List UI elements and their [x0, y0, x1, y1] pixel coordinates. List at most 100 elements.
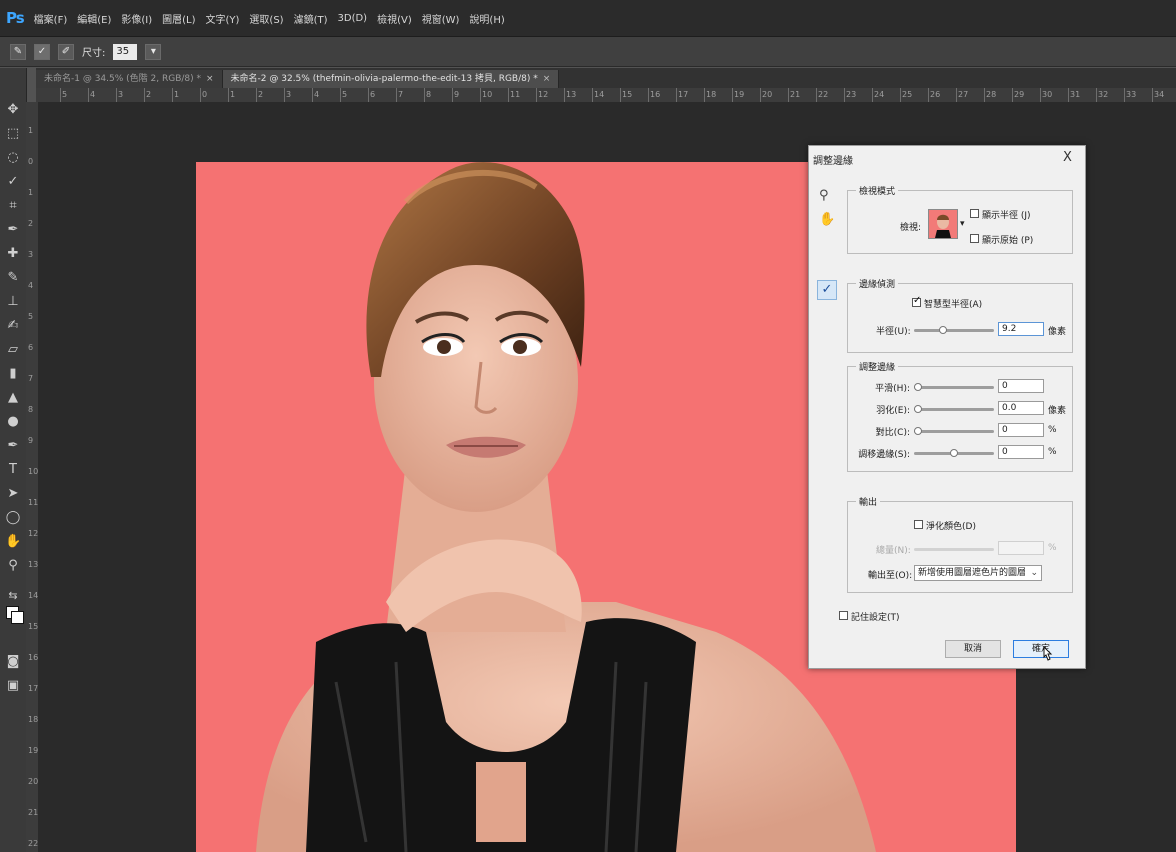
size-dropdown-icon[interactable]: ▾ [145, 43, 162, 60]
ruler-tick-label: 26 [927, 88, 941, 102]
brush-tool-icon[interactable]: ✎ [5, 270, 21, 286]
menu-3d[interactable]: 3D(D) [338, 13, 368, 24]
mouse-cursor-icon [1043, 646, 1053, 661]
ruler-tick-label: 12 [28, 529, 39, 538]
ruler-tick-label: 33 [1123, 88, 1137, 102]
ruler-tick-label: 34 [1151, 88, 1165, 102]
menu-window[interactable]: 視窗(W) [422, 11, 460, 26]
ellipse-tool-icon[interactable]: ◯ [5, 510, 21, 526]
gradient-tool-icon[interactable]: ▮ [5, 366, 21, 382]
screen-mode-icon[interactable]: ▣ [5, 678, 21, 694]
size-input[interactable]: 35 [113, 43, 138, 60]
menu-help[interactable]: 說明(H) [469, 11, 504, 26]
menu-edit[interactable]: 編輯(E) [77, 11, 111, 26]
cancel-button[interactable]: 取消 [945, 640, 1001, 658]
slider-knob[interactable] [914, 404, 922, 413]
show-original-checkbox[interactable] [970, 234, 979, 243]
output-to-select[interactable]: 新增使用圖層遮色片的圖層 ⌄ [914, 565, 1042, 581]
view-mode-group: 檢視模式 檢視: ▾ 顯示半徑 (J) 顯示原始 (P) [847, 184, 1073, 254]
lasso-tool-icon[interactable]: ◌ [5, 150, 21, 166]
move-tool-icon[interactable]: ✥ [5, 102, 21, 118]
show-radius-label: 顯示半徑 (J) [982, 211, 1031, 221]
adjust-edge-input[interactable]: 0 [998, 423, 1044, 437]
adjust-edge-row-label: 羽化(E): [876, 406, 910, 416]
ruler-tick-label: 18 [28, 715, 39, 724]
ruler-tick-label: 19 [28, 746, 39, 755]
slider-knob[interactable] [950, 448, 958, 457]
healing-brush-tool-icon[interactable]: ✚ [5, 246, 21, 262]
marquee-tool-icon[interactable]: ⬚ [5, 126, 21, 142]
adjust-edge-title: 調整邊緣 [856, 360, 899, 373]
zoom-icon[interactable]: ⚲ [819, 188, 829, 203]
menu-select[interactable]: 選取(S) [249, 11, 283, 26]
adjust-edge-slider[interactable] [914, 448, 994, 457]
menu-filter[interactable]: 濾鏡(T) [294, 11, 328, 26]
ruler-tick-label: 13 [563, 88, 577, 102]
view-mode-thumbnail[interactable] [928, 209, 958, 239]
dodge-tool-icon[interactable]: ● [5, 414, 21, 430]
menu-type[interactable]: 文字(Y) [206, 11, 240, 26]
show-radius-checkbox[interactable] [970, 209, 979, 218]
radius-slider[interactable] [914, 325, 994, 334]
ruler-tick-label: 27 [955, 88, 969, 102]
chevron-down-icon[interactable]: ▾ [960, 219, 965, 229]
ruler-tick-label: 13 [28, 560, 39, 569]
ruler-tick-label: 2 [143, 88, 152, 102]
adjust-edge-input[interactable]: 0 [998, 445, 1044, 459]
menu-file[interactable]: 檔案(F) [34, 11, 68, 26]
menu-layer[interactable]: 圖層(L) [162, 11, 195, 26]
ruler-tick-label: 15 [28, 622, 39, 631]
blur-tool-icon[interactable]: ▲ [5, 390, 21, 406]
history-brush-tool-icon[interactable]: ✍ [5, 318, 21, 334]
menu-view[interactable]: 檢視(V) [377, 11, 412, 26]
quick-select-tool-icon[interactable]: ✓ [5, 174, 21, 190]
pen-tool-icon[interactable]: ✒ [5, 438, 21, 454]
ruler-tick-label: 17 [675, 88, 689, 102]
ruler-tick-label: 4 [311, 88, 320, 102]
hand-icon[interactable]: ✋ [819, 212, 835, 227]
close-icon[interactable]: × [543, 74, 551, 84]
ruler-tick-label: 2 [28, 219, 34, 228]
tab-document-1[interactable]: 未命名-1 @ 34.5% (色階 2, RGB/8) * × [36, 70, 223, 88]
radius-input[interactable]: 9.2 [998, 322, 1044, 336]
ruler-tick-label: 6 [367, 88, 376, 102]
remember-settings-checkbox[interactable] [839, 611, 848, 620]
erase-refinements-icon[interactable]: ✐ [58, 43, 74, 60]
background-color-swatch[interactable] [11, 611, 24, 624]
amount-unit: % [1048, 543, 1057, 553]
adjust-edge-input[interactable]: 0.0 [998, 401, 1044, 415]
ruler-tick-label: 1 [28, 126, 34, 135]
hand-tool-icon[interactable]: ✋ [5, 534, 21, 550]
refine-radius-tool-icon[interactable]: ✓ [34, 43, 50, 60]
brush-preset-icon[interactable]: ✎ [10, 43, 26, 60]
slider-knob[interactable] [914, 426, 922, 435]
menu-image[interactable]: 影像(I) [121, 11, 152, 26]
smart-radius-checkbox[interactable] [912, 295, 921, 307]
ruler-tick-label: 22 [815, 88, 829, 102]
crop-tool-icon[interactable]: ⌗ [5, 198, 21, 214]
ruler-tick-label: 3 [283, 88, 292, 102]
output-to-label: 輸出至(O): [868, 571, 913, 581]
path-selection-tool-icon[interactable]: ➤ [5, 486, 21, 502]
clone-stamp-tool-icon[interactable]: ⊥ [5, 294, 21, 310]
radius-slider-knob[interactable] [939, 325, 948, 334]
swap-colors-icon[interactable]: ⇆ [5, 588, 21, 604]
close-icon[interactable]: X [1063, 150, 1072, 165]
decontaminate-colors-checkbox[interactable] [914, 520, 923, 529]
zoom-tool-icon[interactable]: ⚲ [5, 558, 21, 574]
slider-knob[interactable] [914, 382, 922, 391]
close-icon[interactable]: × [206, 74, 214, 84]
refine-radius-icon[interactable]: ✓ [817, 280, 837, 300]
adjust-edge-slider[interactable] [914, 404, 994, 413]
adjust-edge-input[interactable]: 0 [998, 379, 1044, 393]
adjust-edge-slider[interactable] [914, 382, 994, 391]
eyedropper-tool-icon[interactable]: ✒ [5, 222, 21, 238]
type-tool-icon[interactable]: T [5, 462, 21, 478]
ruler-tick-label: 23 [843, 88, 857, 102]
dialog-title: 調整邊緣 [813, 156, 853, 167]
ruler-tick-label: 11 [507, 88, 521, 102]
adjust-edge-slider[interactable] [914, 426, 994, 435]
quick-mask-icon[interactable]: ◙ [5, 654, 21, 670]
eraser-tool-icon[interactable]: ▱ [5, 342, 21, 358]
tab-document-2[interactable]: 未命名-2 @ 32.5% (thefmin-olivia-palermo-th… [222, 70, 560, 88]
